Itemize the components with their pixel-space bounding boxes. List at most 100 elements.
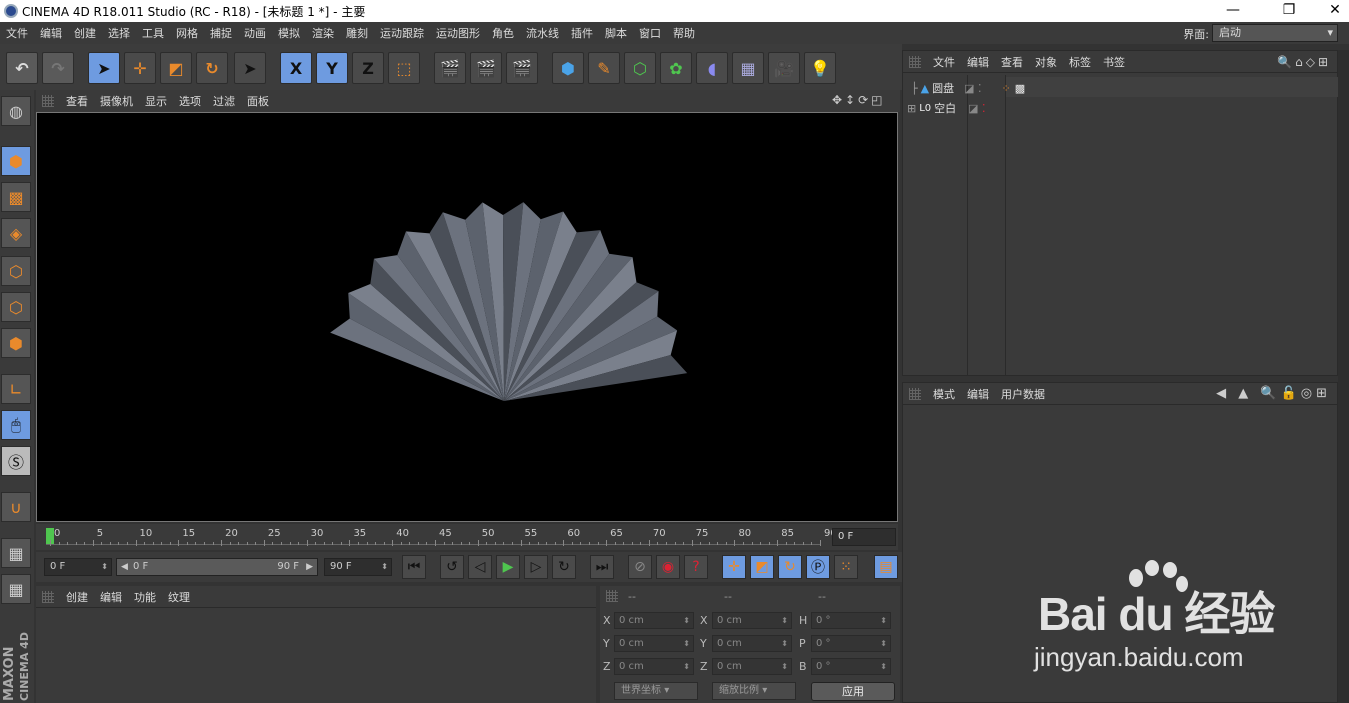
goto-next-key-button[interactable]: ↻ [552, 555, 576, 579]
menu-mograph[interactable]: 运动图形 [430, 25, 486, 41]
pos-z-field[interactable]: 0 cm ⬍ [614, 658, 694, 675]
menu-script[interactable]: 脚本 [599, 25, 633, 41]
workplane-mode-button[interactable]: ◈ [1, 218, 31, 248]
cube-object-button[interactable]: ⬢ [552, 52, 584, 84]
object-manager-icons[interactable]: 🔍⌂◇⊞ [1277, 55, 1331, 69]
menu-mesh[interactable]: 网格 [170, 25, 204, 41]
next-frame-button[interactable]: ▷ [524, 555, 548, 579]
deformer-button[interactable]: ◖ [696, 52, 728, 84]
viewport-menu-options[interactable]: 选项 [173, 93, 207, 109]
size-z-field[interactable]: 0 cm ⬍ [712, 658, 792, 675]
redo-button[interactable]: ↷ [42, 52, 74, 84]
object-row-null[interactable]: ⊞ L0 空白 ◪ ⁚ [907, 99, 986, 117]
material-menu-edit[interactable]: 编辑 [94, 589, 128, 605]
viewport-menu-filter[interactable]: 过滤 [207, 93, 241, 109]
size-x-field[interactable]: 0 cm ⬍ [712, 612, 792, 629]
object-menu-file[interactable]: 文件 [927, 54, 961, 70]
end-frame-field[interactable]: 90 F ⬍ [324, 558, 392, 576]
recent-tool-button[interactable]: ➤ [234, 52, 266, 84]
frame-range-slider[interactable]: ◀ 0 F 90 F ▶ [116, 558, 318, 576]
viewport-menu-panel[interactable]: 面板 [241, 93, 275, 109]
object-menu-bookmarks[interactable]: 书签 [1097, 54, 1131, 70]
expand-icon[interactable]: ⊞ [907, 102, 916, 115]
floor-button[interactable]: ▦ [732, 52, 764, 84]
goto-prev-key-button[interactable]: ↺ [440, 555, 464, 579]
axis-z-button[interactable]: Z [352, 52, 384, 84]
menu-sculpt[interactable]: 雕刻 [340, 25, 374, 41]
material-menu-create[interactable]: 创建 [60, 589, 94, 605]
coordinate-system-button[interactable]: ⬚ [388, 52, 420, 84]
material-menu-texture[interactable]: 纹理 [162, 589, 196, 605]
move-button[interactable]: ✛ [124, 52, 156, 84]
polygons-mode-button[interactable]: ⬢ [1, 328, 31, 358]
solo-button[interactable]: Ⓢ [1, 446, 31, 476]
timeline-ruler[interactable]: 0 5 10 15 20 25 30 35 40 45 50 55 60 65 70 75 80 85 90 [36, 524, 898, 550]
render-settings-button[interactable]: 🎬 [506, 52, 538, 84]
attribute-menu-mode[interactable]: 模式 [927, 386, 961, 402]
3d-viewport[interactable] [36, 112, 898, 522]
rotate-button[interactable]: ↻ [196, 52, 228, 84]
model-mode-button[interactable]: ⬢ [1, 146, 31, 176]
pen-spline-button[interactable]: ✎ [588, 52, 620, 84]
points-mode-button[interactable]: ⬡ [1, 256, 31, 286]
attribute-menu-edit[interactable]: 编辑 [961, 386, 995, 402]
object-row-disc[interactable]: ├ ▲ 圆盘 ◪ ⁚ ⁘ ▩ [907, 79, 1025, 97]
render-picture-viewer-button[interactable]: 🎬 [470, 52, 502, 84]
object-menu-view[interactable]: 查看 [995, 54, 1029, 70]
start-frame-field[interactable]: 0 F ⬍ [44, 558, 112, 576]
viewport-nav-icons[interactable]: ✥↕⟳◰ [832, 93, 886, 107]
material-manager[interactable]: 创建 编辑 功能 纹理 [36, 586, 596, 703]
viewport-menu-view[interactable]: 查看 [60, 93, 94, 109]
snap-button[interactable]: ∪ [1, 492, 31, 522]
restore-button[interactable]: ❐ [1266, 0, 1312, 22]
material-menu-function[interactable]: 功能 [128, 589, 162, 605]
light-button[interactable]: 💡 [804, 52, 836, 84]
pos-x-field[interactable]: 0 cm ⬍ [614, 612, 694, 629]
visibility-dots-icon[interactable]: ◪ ⁚ [964, 82, 981, 95]
goto-end-button[interactable]: ⏭ [590, 555, 614, 579]
menu-help[interactable]: 帮助 [667, 25, 701, 41]
live-selection-button[interactable]: ➤ [88, 52, 120, 84]
texture-mode-button[interactable]: ▩ [1, 182, 31, 212]
menu-snap[interactable]: 捕捉 [204, 25, 238, 41]
visibility-dots-icon[interactable]: ◪ ⁚ [968, 102, 985, 115]
apply-button[interactable]: 应用 [811, 682, 895, 701]
autokey-button[interactable]: ◉ [656, 555, 680, 579]
key-pla-button[interactable]: ⁙ [834, 555, 858, 579]
workplane-align-button[interactable]: ▦ [1, 574, 31, 604]
menu-create[interactable]: 创建 [68, 25, 102, 41]
lock-workplane-button[interactable]: ▦ [1, 538, 31, 568]
menu-character[interactable]: 角色 [486, 25, 520, 41]
current-frame-field[interactable]: 0 F [832, 528, 896, 546]
menu-select[interactable]: 选择 [102, 25, 136, 41]
axis-y-button[interactable]: Y [316, 52, 348, 84]
timeline-window-button[interactable]: ▤ [874, 555, 898, 579]
make-editable-button[interactable]: ◍ [1, 96, 31, 126]
material-tag-icon[interactable]: ⁘ [1001, 82, 1010, 95]
attribute-menu-userdata[interactable]: 用户数据 [995, 386, 1051, 402]
menu-motion-tracking[interactable]: 运动跟踪 [374, 25, 430, 41]
goto-start-button[interactable]: ⏮ [402, 555, 426, 579]
pos-y-field[interactable]: 0 cm ⬍ [614, 635, 694, 652]
prev-frame-button[interactable]: ◁ [468, 555, 492, 579]
play-button[interactable]: ▶ [496, 555, 520, 579]
keyframe-selection-button[interactable]: ? [684, 555, 708, 579]
attribute-manager-icons[interactable]: ◀ ▲ 🔍🔓◎⊞ [1216, 386, 1331, 401]
scale-mode-select[interactable]: 缩放比例 ▾ [712, 682, 796, 700]
viewport-menu-camera[interactable]: 摄像机 [94, 93, 139, 109]
menu-pipeline[interactable]: 流水线 [520, 25, 565, 41]
object-menu-objects[interactable]: 对象 [1029, 54, 1063, 70]
subdivision-surface-button[interactable]: ⬡ [624, 52, 656, 84]
axis-mode-button[interactable]: ∟ [1, 374, 31, 404]
layout-select[interactable]: 启动 ▾ [1212, 24, 1338, 42]
rot-h-field[interactable]: 0 ° ⬍ [811, 612, 891, 629]
menu-window[interactable]: 窗口 [633, 25, 667, 41]
cloner-button[interactable]: ✿ [660, 52, 692, 84]
scale-button[interactable]: ◩ [160, 52, 192, 84]
menu-simulate[interactable]: 模拟 [272, 25, 306, 41]
viewport-menu-display[interactable]: 显示 [139, 93, 173, 109]
rot-b-field[interactable]: 0 ° ⬍ [811, 658, 891, 675]
close-button[interactable]: ✕ [1312, 0, 1349, 22]
coordinate-mode-select[interactable]: 世界坐标 ▾ [614, 682, 698, 700]
object-menu-tags[interactable]: 标签 [1063, 54, 1097, 70]
